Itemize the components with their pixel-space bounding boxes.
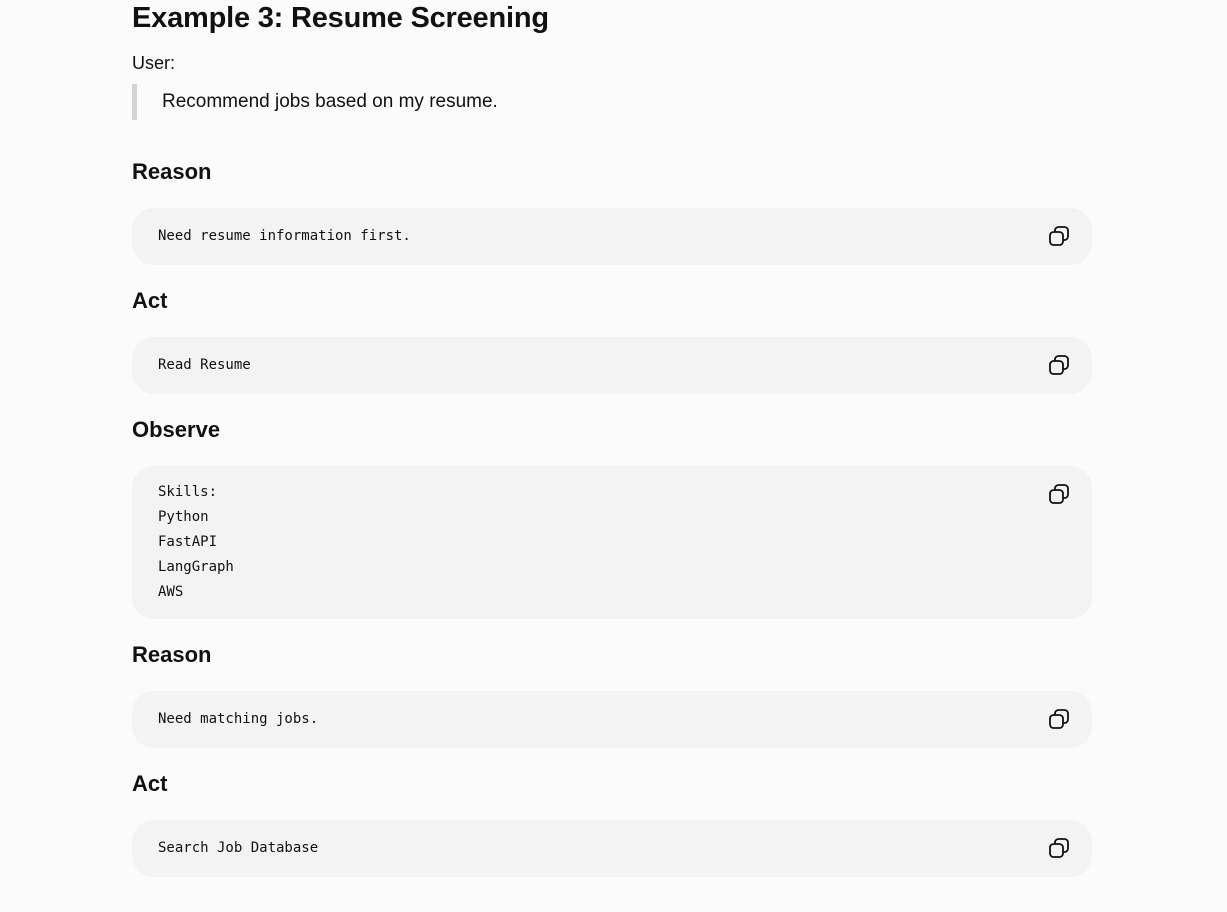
code-block: Need resume information first. — [132, 208, 1092, 265]
user-label: User: — [132, 53, 176, 73]
code-line: Search Job Database — [158, 840, 319, 856]
copy-icon — [1048, 354, 1072, 376]
code-line: FastAPI — [158, 534, 218, 550]
copy-icon — [1048, 837, 1072, 859]
copy-icon — [1048, 483, 1072, 505]
copy-button[interactable] — [1048, 482, 1072, 506]
code-line: LangGraph — [158, 559, 234, 575]
copy-icon — [1048, 708, 1072, 730]
section-heading-reason: Reason — [132, 642, 212, 667]
document-content: Example 3: Resume Screening User: Recomm… — [132, 0, 1092, 877]
code-line: Python — [158, 509, 209, 525]
copy-button[interactable] — [1048, 224, 1072, 248]
copy-button[interactable] — [1048, 353, 1072, 377]
user-quote: Recommend jobs based on my resume. — [132, 84, 1092, 120]
code-line: Need resume information first. — [158, 228, 411, 244]
code-block: Skills: Python FastAPI LangGraph AWS — [132, 466, 1092, 619]
copy-button[interactable] — [1048, 836, 1072, 860]
code-line: Skills: — [158, 484, 218, 500]
code-block: Search Job Database — [132, 820, 1092, 877]
page-title: Example 3: Resume Screening — [132, 2, 549, 34]
code-block: Need matching jobs. — [132, 691, 1092, 748]
steps-container: Reason Need resume information first. Act R… — [132, 158, 1092, 877]
section-heading-observe: Observe — [132, 417, 221, 442]
code-block: Read Resume — [132, 337, 1092, 394]
section-heading-act: Act — [132, 288, 168, 313]
section-heading-act: Act — [132, 771, 168, 796]
code-line: Read Resume — [158, 357, 251, 373]
section-heading-reason: Reason — [132, 159, 212, 184]
copy-button[interactable] — [1048, 707, 1072, 731]
code-line: Need matching jobs. — [158, 711, 319, 727]
code-line: AWS — [158, 584, 184, 600]
copy-icon — [1048, 225, 1072, 247]
